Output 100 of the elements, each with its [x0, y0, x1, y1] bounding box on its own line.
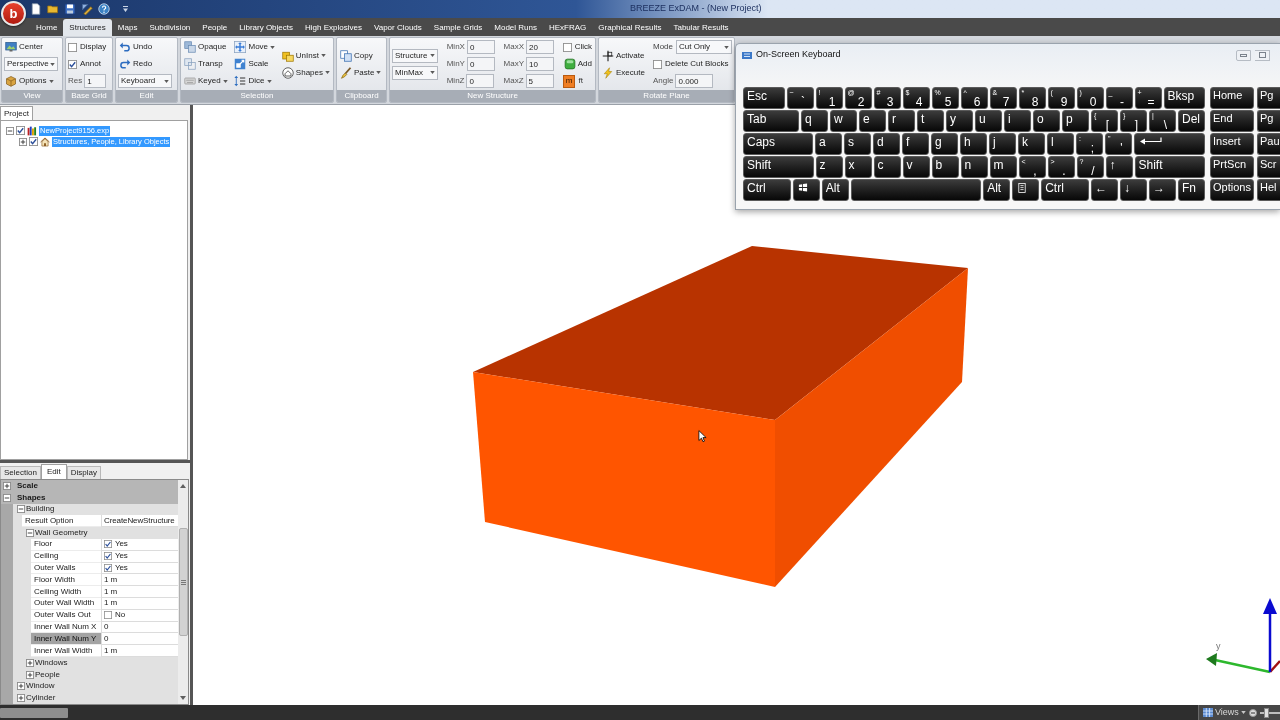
keycap[interactable]: v — [902, 156, 930, 178]
dropdown[interactable]: Perspective — [4, 57, 58, 71]
checkbox[interactable] — [104, 563, 112, 572]
keycap[interactable]: PrtScn — [1210, 156, 1254, 178]
keycap[interactable]: ↑ — [1105, 156, 1133, 178]
keycap[interactable]: Scr — [1257, 156, 1280, 178]
property-value[interactable]: Yes — [115, 552, 128, 561]
checkbox[interactable] — [104, 611, 112, 620]
copy-button[interactable]: Copy — [339, 48, 383, 63]
property-value[interactable]: 0 — [104, 634, 109, 643]
property-value[interactable]: 0 — [104, 622, 109, 631]
plus-box-icon[interactable] — [26, 658, 34, 667]
center-button[interactable]: Center — [4, 39, 58, 55]
ribbon-tab[interactable]: Graphical Results — [592, 19, 668, 36]
checkbox[interactable] — [104, 552, 112, 561]
dropdown[interactable]: MinMax — [392, 65, 438, 80]
keycap[interactable]: Home — [1210, 87, 1254, 109]
property-value[interactable]: 1 m — [104, 587, 118, 596]
group-label[interactable]: Windows — [35, 658, 68, 667]
space-bar[interactable] — [850, 179, 982, 201]
keycap[interactable]: p — [1062, 110, 1089, 132]
undo-button[interactable]: Undo — [118, 39, 172, 55]
keycap[interactable]: Pg — [1257, 110, 1280, 132]
ribbon-tab[interactable]: Vapor Clouds — [367, 19, 428, 36]
slider-thumb[interactable] — [1263, 707, 1269, 718]
maximize-button[interactable] — [1255, 49, 1270, 61]
transp-button[interactable]: Transp — [183, 56, 229, 72]
menu-key[interactable] — [1012, 179, 1040, 201]
shapes-button[interactable]: Shapes — [280, 65, 331, 80]
panel-tab[interactable]: Edit — [40, 464, 67, 479]
input-field[interactable]: 0.000 — [675, 74, 714, 88]
keycap[interactable]: Caps — [743, 133, 813, 155]
minimize-button[interactable] — [1236, 49, 1251, 61]
panel-tab[interactable]: Project — [0, 106, 33, 120]
keycap[interactable]: Hel — [1257, 179, 1280, 201]
keycap[interactable]: w — [830, 110, 857, 132]
unit-toggle[interactable]: m — [562, 74, 576, 88]
input-field[interactable]: 1 — [84, 74, 107, 88]
keycap[interactable]: s — [844, 133, 871, 155]
plus-box-icon[interactable] — [19, 137, 27, 146]
checkbox[interactable] — [68, 59, 77, 69]
scrollbar-thumb[interactable] — [178, 528, 188, 636]
keycap[interactable]: Alt — [983, 179, 1011, 201]
category-label[interactable]: Shapes — [17, 493, 46, 502]
keycap[interactable]: Insert — [1210, 133, 1254, 155]
input-field[interactable]: 20 — [526, 40, 555, 54]
keycap[interactable]: Pg — [1257, 87, 1280, 109]
scrollbar-thumb[interactable] — [0, 707, 68, 718]
scale-button[interactable]: Scale — [233, 56, 277, 72]
keycap[interactable]: Alt — [821, 179, 849, 201]
keycap[interactable]: u — [975, 110, 1002, 132]
keycap[interactable]: d — [873, 133, 900, 155]
property-value[interactable]: Yes — [115, 563, 128, 572]
plus-box-icon[interactable] — [17, 682, 25, 691]
checkbox[interactable] — [562, 42, 572, 52]
keycap[interactable]: Shift — [743, 156, 814, 178]
property-value[interactable]: Yes — [115, 540, 128, 549]
keycap[interactable]: Del — [1178, 110, 1205, 132]
keycap[interactable]: o — [1033, 110, 1060, 132]
keycap[interactable]: g — [931, 133, 958, 155]
ribbon-tab[interactable]: Home — [30, 19, 64, 36]
ribbon-tab[interactable]: High Explosives — [299, 19, 368, 36]
property-name[interactable]: Ceiling Width — [31, 586, 101, 598]
keycap[interactable]: ← — [1091, 179, 1118, 201]
checkbox[interactable] — [29, 137, 38, 146]
property-name[interactable]: Result Option — [22, 515, 101, 528]
keycap[interactable]: b — [931, 156, 959, 178]
keycap[interactable]: l — [1047, 133, 1074, 155]
keycap[interactable]: m — [989, 156, 1017, 178]
enter-key[interactable] — [1134, 133, 1205, 155]
add-button[interactable]: Add — [562, 56, 593, 72]
ribbon-tab[interactable]: Tabular Results — [667, 19, 735, 36]
windows-key[interactable] — [792, 179, 820, 201]
input-field[interactable]: 0 — [466, 74, 495, 88]
dropdown[interactable]: Cut Only — [676, 40, 732, 54]
keycap[interactable]: n — [960, 156, 988, 178]
keycap[interactable]: Fn — [1178, 179, 1205, 201]
keycap[interactable]: c — [873, 156, 901, 178]
group-label[interactable]: Window — [26, 682, 55, 691]
keycap[interactable]: ↓ — [1120, 179, 1147, 201]
ribbon-tab[interactable]: Model Runs — [488, 19, 543, 36]
property-value[interactable]: 1 m — [104, 646, 118, 655]
group-label[interactable]: Cylinder — [26, 694, 56, 703]
keycap[interactable]: i — [1004, 110, 1031, 132]
property-value[interactable]: 1 m — [104, 599, 118, 608]
keycap[interactable]: Options — [1210, 179, 1254, 201]
ribbon-tab[interactable]: Structures — [63, 19, 112, 36]
keycap[interactable]: End — [1210, 110, 1254, 132]
keycap[interactable]: → — [1149, 179, 1176, 201]
move-button[interactable]: Move — [233, 39, 277, 55]
plus-box-icon[interactable] — [17, 694, 25, 703]
unit-toggle[interactable]: ft — [577, 74, 584, 88]
uninst-button[interactable]: UnInst — [280, 48, 331, 63]
group-label[interactable]: People — [35, 670, 60, 679]
keycap[interactable]: x — [844, 156, 872, 178]
category-label[interactable]: Scale — [17, 481, 38, 490]
keycap[interactable]: q — [801, 110, 828, 132]
minus-box-icon[interactable] — [26, 529, 34, 538]
keycap[interactable]: Shift — [1134, 156, 1205, 178]
property-name[interactable]: Inner Wall Width — [31, 645, 101, 657]
